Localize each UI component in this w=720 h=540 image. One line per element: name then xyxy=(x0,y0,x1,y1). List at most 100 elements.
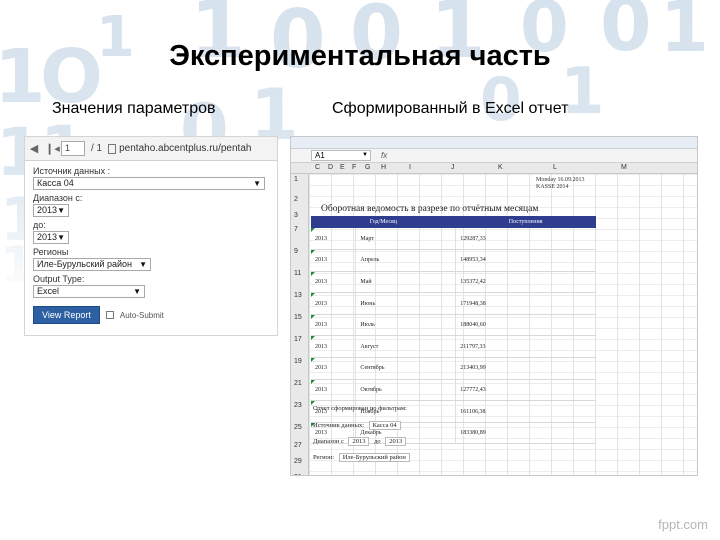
income-cell[interactable]: 188040,60 xyxy=(455,314,596,337)
error-indicator-icon xyxy=(311,228,315,232)
income-cell[interactable]: 171948,38 xyxy=(455,292,596,315)
income-cell[interactable]: 148953,34 xyxy=(455,249,596,272)
year-cell[interactable]: 2013 xyxy=(311,271,357,294)
auto-submit-checkbox[interactable] xyxy=(105,311,114,319)
excel-ribbon-strip xyxy=(291,137,697,149)
row-number[interactable]: 9 xyxy=(294,248,298,255)
month-cell[interactable]: Апрель xyxy=(355,249,457,272)
year-cell-text: 2013 xyxy=(315,343,327,350)
year-cell[interactable]: 2013 xyxy=(311,335,357,359)
footer-region-value: Иле-Бурульский район xyxy=(338,453,410,462)
month-cell[interactable]: Май xyxy=(355,271,457,294)
column-header[interactable]: K xyxy=(498,164,503,171)
month-cell[interactable]: Июнь xyxy=(355,292,457,315)
report-source-code: KASSE 2014 xyxy=(536,184,569,190)
row-number[interactable]: 19 xyxy=(294,358,302,365)
row-number[interactable]: 21 xyxy=(294,380,302,387)
month-cell[interactable]: Октябрь xyxy=(355,379,457,402)
source-select-value: Касса 04 xyxy=(37,178,74,188)
month-cell-text: Декабрь xyxy=(360,430,382,437)
table-row: 2013 Август 211797,33 xyxy=(311,335,596,359)
column-header[interactable]: J xyxy=(451,164,455,171)
month-cell-text: Май xyxy=(360,278,372,285)
income-cell[interactable]: 211797,33 xyxy=(455,335,596,359)
row-number[interactable]: 17 xyxy=(294,336,302,343)
year-cell[interactable]: 2013 xyxy=(311,228,357,251)
report-date: Monday 16.09.2013 xyxy=(536,177,585,183)
page-icon xyxy=(108,143,117,154)
source-select[interactable]: Касса 04 ▼ xyxy=(33,177,265,190)
back-arrow-icon[interactable]: ◀ xyxy=(29,142,39,155)
month-cell[interactable]: Сентябрь xyxy=(355,357,457,380)
row-number[interactable]: 2 xyxy=(294,196,298,203)
row-number[interactable]: 27 xyxy=(294,442,302,449)
year-to-select[interactable]: 2013 ▼ xyxy=(33,231,69,244)
year-cell[interactable]: 2013 xyxy=(311,249,357,272)
column-header[interactable]: E xyxy=(340,164,345,171)
year-cell[interactable]: 2013 xyxy=(311,379,357,402)
year-from-select[interactable]: 2013 ▼ xyxy=(33,204,69,217)
row-number[interactable]: 15 xyxy=(294,314,302,321)
region-select-value: Иле-Бурульский район xyxy=(37,259,132,269)
footer-range-label: Диапазон с xyxy=(313,438,344,445)
year-cell-text: 2013 xyxy=(315,257,327,264)
income-cell-text: 213403,99 xyxy=(460,365,486,372)
page-number-input[interactable]: 1 xyxy=(61,141,85,156)
row-number[interactable]: 23 xyxy=(294,402,302,409)
income-cell[interactable]: 161106,38 xyxy=(455,400,596,423)
fx-icon: fx xyxy=(381,151,388,160)
column-header[interactable]: M xyxy=(621,164,627,171)
column-header[interactable]: G xyxy=(365,164,370,171)
row-number[interactable]: 29 xyxy=(294,458,302,465)
row-number[interactable]: 7 xyxy=(294,226,298,233)
dropdown-arrow-icon: ▼ xyxy=(362,152,368,158)
month-cell-text: Апрель xyxy=(360,257,380,264)
excel-report-window: A1 ▼ fx C D E F G H I J K L M 1 2 3 7 9 … xyxy=(290,136,698,476)
row-headers: 1 2 3 7 9 11 13 15 17 19 21 23 25 27 29 … xyxy=(291,174,309,475)
row-number[interactable]: 25 xyxy=(294,424,302,431)
income-cell[interactable]: 213403,99 xyxy=(455,357,596,380)
row-number[interactable]: 11 xyxy=(294,270,301,277)
column-header[interactable]: H xyxy=(381,164,386,171)
month-cell-text: Июль xyxy=(360,322,375,329)
footer-range-to-label: до xyxy=(374,438,381,445)
month-cell[interactable]: Март xyxy=(355,228,457,251)
parameter-panel: Источник данных : Касса 04 ▼ Диапазон с:… xyxy=(25,161,277,326)
income-cell[interactable]: 183380,89 xyxy=(455,422,596,445)
row-number[interactable]: 13 xyxy=(294,292,302,299)
view-report-button[interactable]: View Report xyxy=(33,306,100,324)
error-indicator-icon xyxy=(311,250,315,255)
region-select[interactable]: Иле-Бурульский район ▼ xyxy=(33,258,151,271)
year-cell[interactable]: 2013 xyxy=(311,314,357,337)
name-box[interactable]: A1 ▼ xyxy=(311,150,371,161)
income-cell-text: 211797,33 xyxy=(460,343,486,350)
url-bar[interactable]: pentaho.abcentplus.ru/pentah xyxy=(108,143,273,154)
first-page-icon[interactable]: ❙◂ xyxy=(45,142,60,155)
income-cell[interactable]: 129287,33 xyxy=(455,228,596,251)
column-header[interactable]: C xyxy=(315,164,320,171)
income-cell-text: 183380,89 xyxy=(460,430,486,437)
year-cell-text: 2013 xyxy=(315,235,327,242)
year-cell[interactable]: 2013 xyxy=(311,292,357,315)
row-number[interactable]: 31 xyxy=(294,474,302,475)
row-number[interactable]: 1 xyxy=(294,176,298,183)
auto-submit-label: Auto-Submit xyxy=(119,310,164,320)
output-type-value: Excel xyxy=(37,286,60,296)
column-header[interactable]: L xyxy=(553,164,557,171)
month-cell-text: Июнь xyxy=(360,300,376,307)
column-header[interactable]: I xyxy=(409,164,411,171)
month-cell[interactable]: Июль xyxy=(355,314,457,337)
income-cell[interactable]: 135372,42 xyxy=(455,271,596,294)
row-number[interactable]: 3 xyxy=(294,212,298,219)
month-cell[interactable]: Август xyxy=(355,335,457,359)
dropdown-arrow-icon: ▼ xyxy=(133,287,141,296)
income-cell[interactable]: 127772,43 xyxy=(455,379,596,402)
output-type-select[interactable]: Excel ▼ xyxy=(33,285,145,298)
table-row: 2013 Сентябрь 213403,99 xyxy=(311,357,596,380)
column-header[interactable]: D xyxy=(328,164,333,171)
param-label-from: Диапазон с: xyxy=(33,193,83,203)
table-row: 2013 Март 129287,33 xyxy=(311,228,596,251)
year-cell[interactable]: 2013 xyxy=(311,357,357,380)
income-cell-text: 127772,43 xyxy=(460,386,486,393)
column-header[interactable]: F xyxy=(352,164,356,171)
